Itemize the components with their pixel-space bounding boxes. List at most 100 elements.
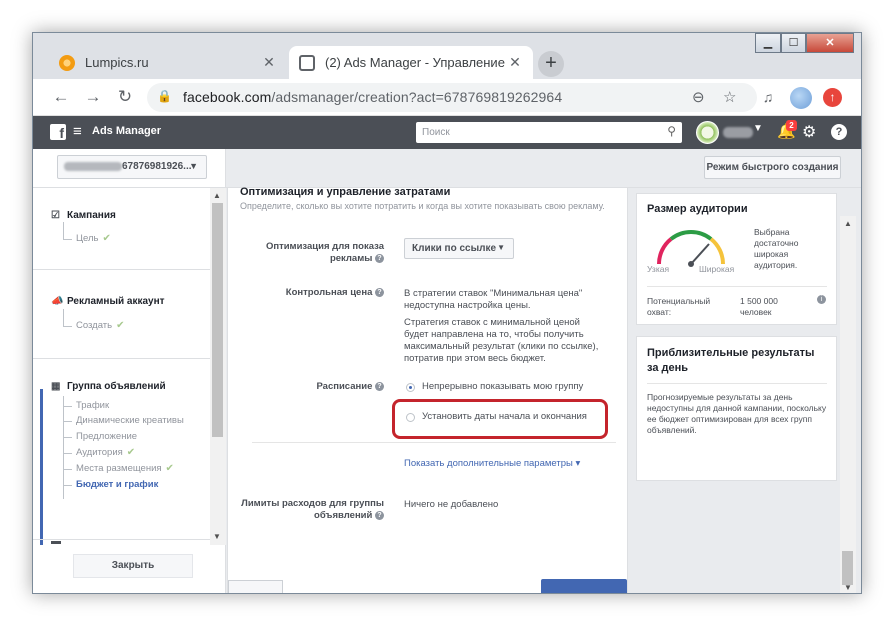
- tab-ads-manager[interactable]: (2) Ads Manager - Управление р ✕: [289, 46, 533, 79]
- section-description: Определите, сколько вы хотите потратить …: [240, 201, 605, 211]
- facebook-logo-icon[interactable]: f: [50, 124, 66, 141]
- megaphone-icon: 📣: [51, 296, 64, 307]
- audience-description: Выбрана достаточно широкая аудитория.: [754, 227, 799, 270]
- lumpics-favicon-icon: [59, 54, 75, 71]
- schedule-continuous-label[interactable]: Непрерывно показывать мою группу: [422, 381, 583, 392]
- new-tab-button[interactable]: +: [538, 51, 564, 77]
- gauge-wide-label: Широкая: [699, 264, 735, 274]
- continue-button[interactable]: [541, 579, 627, 593]
- info-icon[interactable]: ?: [375, 287, 384, 297]
- browser-toolbar: ← → ↻ 🔒 facebook.com/adsmanager/creation…: [33, 79, 861, 116]
- chevron-down-icon: ▼: [189, 161, 198, 171]
- settings-gear-icon[interactable]: ⚙: [802, 122, 816, 142]
- back-icon[interactable]: ←: [51, 87, 71, 107]
- left-scrollbar[interactable]: ▲ ▼: [210, 188, 226, 545]
- fb-search-input[interactable]: Поиск ⚲: [416, 122, 682, 143]
- tab-strip: Lumpics.ru ✕ (2) Ads Manager - Управлени…: [33, 33, 861, 79]
- ad-account-selector[interactable]: 678769819​26... ▼: [57, 155, 207, 179]
- close-window-button[interactable]: ✕: [806, 33, 854, 53]
- media-control-icon[interactable]: ♫: [758, 87, 778, 107]
- estimated-results-title: Приблизительные результаты за день: [647, 347, 815, 374]
- control-price-note: В стратегии ставок "Минимальная цена" не…: [404, 288, 583, 311]
- minimize-button[interactable]: ▁: [755, 33, 781, 53]
- profile-avatar[interactable]: [790, 87, 812, 109]
- left-navigation: 678769819​26... ▼ ☑Кампания Цель✔: [33, 149, 226, 593]
- nav-section-title[interactable]: ☑ Кампания: [51, 210, 116, 221]
- lock-icon: 🔒: [157, 89, 172, 103]
- check-icon: ✔: [126, 447, 136, 458]
- audience-size-title: Размер аудитории: [647, 203, 748, 215]
- show-more-options-link[interactable]: Показать дополнительные параметры ▾: [404, 458, 580, 469]
- schedule-continuous-radio[interactable]: [406, 383, 415, 392]
- nav-item-dynamic-creatives[interactable]: Динамические креативы: [76, 415, 184, 426]
- next-section-icon: [51, 541, 61, 544]
- nav-section-title[interactable]: 📣 Рекламный аккаунт: [51, 296, 165, 307]
- quick-create-mode-button[interactable]: Режим быстрого создания: [704, 156, 841, 179]
- tab-lumpics[interactable]: Lumpics.ru ✕: [49, 46, 287, 79]
- nav-section-title[interactable]: ▦ Группа объявлений: [51, 381, 166, 392]
- potential-reach-label: Потенциальный охват:: [647, 296, 711, 317]
- grid-icon: ▦: [51, 381, 61, 392]
- section-title: Оптимизация и управление затратами: [240, 186, 451, 198]
- notifications-badge: 2: [786, 120, 797, 131]
- reload-icon[interactable]: ↻: [115, 87, 135, 107]
- nav-item-budget-schedule[interactable]: Бюджет и график: [76, 479, 158, 490]
- control-price-strategy-note: Стратегия ставок с минимальной ценой буд…: [404, 317, 599, 364]
- browser-window: Lumpics.ru ✕ (2) Ads Manager - Управлени…: [32, 32, 862, 594]
- scroll-down-icon[interactable]: ▼: [844, 583, 852, 592]
- maximize-button[interactable]: ☐: [781, 33, 806, 53]
- scroll-up-icon[interactable]: ▲: [213, 191, 221, 200]
- info-icon[interactable]: ?: [375, 510, 384, 520]
- navigation-scroll-area: ☑ Кампания Цель ✔ 📣 Рекламный аккаунт Со…: [33, 188, 226, 545]
- estimated-results-description: Прогнозируемые результаты за день недост…: [647, 392, 827, 435]
- check-icon: ✔: [165, 463, 174, 474]
- nav-item-goal[interactable]: Цель ✔: [76, 233, 111, 244]
- zoom-icon[interactable]: ⊖: [692, 88, 705, 106]
- nav-item-placements[interactable]: Места размещения ✔: [76, 463, 174, 474]
- main-area: 678769819​26... ▼ ☑Кампания Цель✔: [33, 149, 861, 593]
- estimated-results-card: Приблизительные результаты за день Прогн…: [636, 336, 837, 481]
- close-tab-icon[interactable]: ✕: [507, 54, 523, 71]
- close-tab-icon[interactable]: ✕: [261, 54, 277, 71]
- forward-icon[interactable]: →: [83, 87, 103, 107]
- scroll-thumb[interactable]: [212, 203, 223, 437]
- app-title: Ads Manager: [92, 125, 162, 137]
- bookmark-star-icon[interactable]: ☆: [723, 88, 736, 106]
- url-text: facebook.com/adsmanager/creation?act=678…: [183, 89, 563, 105]
- audience-size-card: Размер аудитории Узкая Широкая Выбрана д…: [636, 193, 837, 325]
- budget-schedule-card: Оптимизация и управление затратами Опред…: [227, 186, 628, 593]
- check-icon: ✔: [102, 233, 111, 244]
- back-button[interactable]: [228, 580, 283, 593]
- scroll-thumb[interactable]: [842, 551, 853, 585]
- nav-item-traffic[interactable]: Трафик: [76, 400, 109, 411]
- account-avatar[interactable]: [696, 121, 719, 144]
- nav-item-offer[interactable]: Предложение: [76, 431, 137, 442]
- ads-manager-favicon-icon: [299, 54, 315, 71]
- info-icon[interactable]: i: [817, 295, 826, 304]
- chevron-down-icon: ▼: [497, 243, 505, 252]
- schedule-dates-label[interactable]: Установить даты начала и окончания: [422, 411, 587, 422]
- scroll-down-icon[interactable]: ▼: [213, 532, 221, 541]
- spend-limits-value: Ничего не добавлено: [404, 499, 499, 510]
- gauge-narrow-label: Узкая: [647, 264, 670, 274]
- schedule-label: Расписание ?: [236, 381, 384, 393]
- nav-item-audience[interactable]: Аудитория ✔: [76, 447, 135, 458]
- nav-item-create[interactable]: Создать ✔: [76, 320, 125, 331]
- close-button[interactable]: Закрыть: [73, 554, 193, 578]
- schedule-dates-radio[interactable]: [406, 413, 415, 422]
- tab-title: Lumpics.ru: [85, 55, 149, 70]
- active-section-indicator: [40, 389, 43, 545]
- address-bar[interactable]: 🔒 facebook.com/adsmanager/creation?act=6…: [147, 83, 757, 112]
- check-icon: ✔: [116, 320, 125, 331]
- scroll-up-icon[interactable]: ▲: [844, 219, 852, 228]
- account-name-blurred[interactable]: [723, 127, 753, 138]
- fb-top-bar: f ≡ Ads Manager Поиск ⚲ ▼ 🔔 2 ⚙ ?: [33, 116, 861, 149]
- info-icon[interactable]: ?: [375, 253, 384, 263]
- right-scrollbar[interactable]: ▲ ▼: [840, 216, 856, 593]
- help-icon[interactable]: ?: [831, 124, 847, 140]
- info-icon[interactable]: ?: [375, 381, 384, 391]
- chevron-down-icon[interactable]: ▼: [753, 123, 763, 134]
- update-icon[interactable]: ↑: [823, 88, 842, 107]
- menu-icon[interactable]: ≡: [73, 123, 82, 140]
- optimization-dropdown[interactable]: Клики по ссылке ▼: [404, 238, 514, 259]
